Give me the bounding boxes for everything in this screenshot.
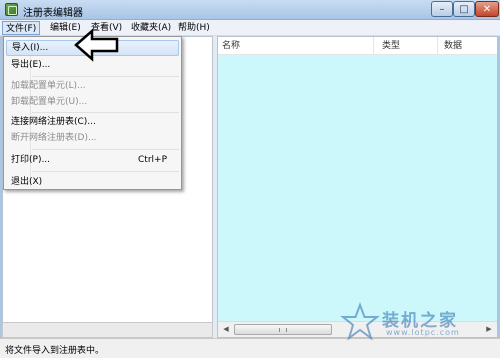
menu-item-disconnect-network-registry: 断开网络注册表(D)...: [6, 130, 179, 146]
menu-item-shortcut: Ctrl+P: [138, 155, 167, 165]
star-logo-icon: [340, 302, 380, 341]
scroll-left-button[interactable]: ◀: [219, 323, 233, 336]
menu-item-label: 导入(I)...: [12, 43, 49, 53]
arrow-left-icon: [74, 28, 119, 62]
menu-item-exit[interactable]: 退出(X): [6, 174, 179, 190]
menu-item-label: 打印(P)...: [11, 155, 51, 165]
menu-item-label: 卸载配置单元(U)...: [11, 97, 88, 107]
scroll-left-arrow-icon: ◀: [223, 325, 229, 333]
maximize-button[interactable]: □: [453, 1, 475, 17]
menu-item-label: 导出(E)...: [11, 60, 51, 70]
window-title: 注册表编辑器: [23, 8, 83, 19]
status-text: 将文件导入到注册表中。: [5, 346, 105, 356]
minimize-icon: –: [439, 3, 445, 15]
close-icon: ✕: [482, 3, 492, 15]
menu-item-label: 退出(X): [11, 177, 43, 187]
menu-separator: [32, 171, 179, 172]
menu-separator: [32, 76, 179, 77]
tree-horizontal-scrollbar[interactable]: [2, 322, 213, 338]
menu-file[interactable]: 文件(F): [2, 21, 41, 35]
watermark-en-text: www.lotpc.com: [386, 328, 460, 337]
column-header-name[interactable]: 名称: [218, 37, 374, 55]
menu-favorites[interactable]: 收藏夹(A): [128, 21, 174, 35]
menu-help[interactable]: 帮助(H): [175, 21, 213, 35]
values-list-pane[interactable]: 名称 类型 数据 ◀ ▶: [217, 36, 498, 338]
scrollbar-grip-icon: [279, 328, 287, 332]
menu-separator: [32, 112, 179, 113]
menu-item-unload-hive: 卸载配置单元(U)...: [6, 94, 179, 110]
menu-item-load-hive: 加载配置单元(L)...: [6, 78, 179, 94]
list-header: 名称 类型 数据: [218, 37, 497, 55]
minimize-button[interactable]: –: [431, 1, 453, 17]
title-bar: 注册表编辑器 – □ ✕: [0, 0, 500, 20]
column-header-data[interactable]: 数据: [438, 37, 497, 55]
scrollbar-thumb[interactable]: [234, 324, 332, 335]
close-button[interactable]: ✕: [475, 1, 499, 17]
menu-item-label: 断开网络注册表(D)...: [11, 133, 97, 143]
maximize-icon: □: [459, 3, 469, 15]
column-header-type[interactable]: 类型: [374, 37, 438, 55]
menu-item-print[interactable]: 打印(P)... Ctrl+P: [6, 152, 179, 168]
regedit-app-icon: [5, 3, 18, 16]
menu-item-connect-network-registry[interactable]: 连接网络注册表(C)...: [6, 114, 179, 130]
menu-item-label: 加载配置单元(L)...: [11, 81, 86, 91]
menu-separator: [32, 149, 179, 150]
watermark-logo: 装机之家 www.lotpc.com: [340, 302, 498, 342]
menu-item-label: 连接网络注册表(C)...: [11, 117, 96, 127]
